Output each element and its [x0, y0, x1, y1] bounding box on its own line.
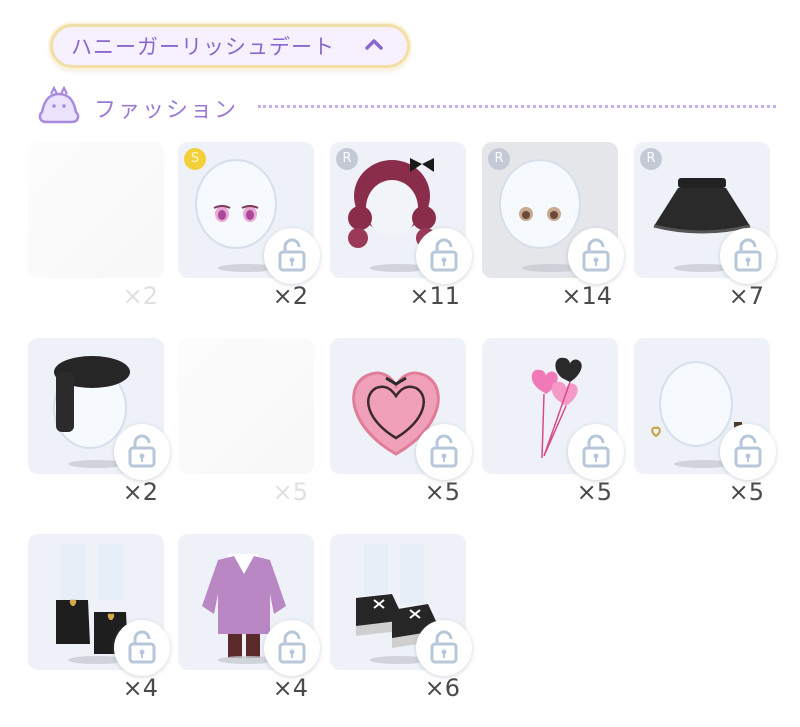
- item-count: ×2: [122, 478, 158, 506]
- unlock-button[interactable]: [416, 228, 472, 284]
- item-count: ×11: [409, 282, 460, 310]
- item-card-skirt-black-tulle[interactable]: R ×7: [634, 142, 776, 322]
- unlock-icon: [430, 434, 458, 468]
- item-count: ×2: [122, 282, 158, 310]
- item-count: ×5: [728, 478, 764, 506]
- unlock-icon: [734, 238, 762, 272]
- unlock-button[interactable]: [568, 424, 624, 480]
- item-count: ×5: [576, 478, 612, 506]
- section-title: ファッション: [94, 98, 239, 123]
- unlock-icon: [128, 434, 156, 468]
- event-title-pill[interactable]: ハニーガーリッシュデート: [50, 24, 410, 68]
- ghost-dress-icon: [38, 86, 80, 124]
- item-count: ×4: [272, 674, 308, 702]
- dotted-divider: [258, 105, 776, 108]
- item-count: ×7: [728, 282, 764, 310]
- item-card-heart-balloons[interactable]: ×5: [482, 338, 624, 518]
- unlock-button[interactable]: [416, 620, 472, 676]
- unlock-button[interactable]: [720, 424, 776, 480]
- unlock-button[interactable]: [720, 228, 776, 284]
- unlock-icon: [430, 630, 458, 664]
- unlock-icon: [582, 434, 610, 468]
- item-card-white-blank[interactable]: ×5: [178, 338, 314, 518]
- item-card-bust-pose[interactable]: ×2: [28, 142, 164, 322]
- rarity-badge-r: R: [488, 148, 510, 170]
- unlock-button[interactable]: [264, 620, 320, 676]
- item-count: ×4: [122, 674, 158, 702]
- item-card-boots-heart-buckle[interactable]: ×4: [28, 534, 170, 714]
- item-card-sneakers-black[interactable]: ×6: [330, 534, 472, 714]
- unlock-icon: [430, 238, 458, 272]
- unlock-button[interactable]: [114, 424, 170, 480]
- rarity-badge-r: R: [640, 148, 662, 170]
- item-card-eyes-brown[interactable]: R ×14: [482, 142, 624, 322]
- rarity-badge-s: S: [184, 148, 206, 170]
- unlock-button[interactable]: [568, 228, 624, 284]
- item-card-hat-black-beret[interactable]: ×2: [28, 338, 170, 518]
- item-count: ×6: [424, 674, 460, 702]
- unlock-icon: [734, 434, 762, 468]
- unlock-button[interactable]: [416, 424, 472, 480]
- item-count: ×5: [272, 478, 308, 506]
- item-count: ×5: [424, 478, 460, 506]
- section-header-fashion: ファッション: [36, 86, 776, 126]
- item-thumbnail: [28, 142, 164, 278]
- item-card-heart-earrings[interactable]: ×5: [634, 338, 776, 518]
- unlock-button[interactable]: [264, 228, 320, 284]
- rarity-badge-r: R: [336, 148, 358, 170]
- unlock-icon: [128, 630, 156, 664]
- item-card-eyes-pink[interactable]: S ×2: [178, 142, 320, 322]
- item-count: ×2: [272, 282, 308, 310]
- unlock-icon: [582, 238, 610, 272]
- item-thumbnail: [178, 338, 314, 474]
- chevron-up-icon: [365, 39, 383, 50]
- unlock-icon: [278, 630, 306, 664]
- item-card-outfit-purple-jacket[interactable]: ×4: [178, 534, 320, 714]
- item-card-heart-cookie[interactable]: ×5: [330, 338, 472, 518]
- item-card-hair-wavy-burgundy[interactable]: R ×11: [330, 142, 472, 322]
- item-count: ×14: [561, 282, 612, 310]
- event-title: ハニーガーリッシュデート: [71, 35, 335, 59]
- unlock-button[interactable]: [114, 620, 170, 676]
- unlock-icon: [278, 238, 306, 272]
